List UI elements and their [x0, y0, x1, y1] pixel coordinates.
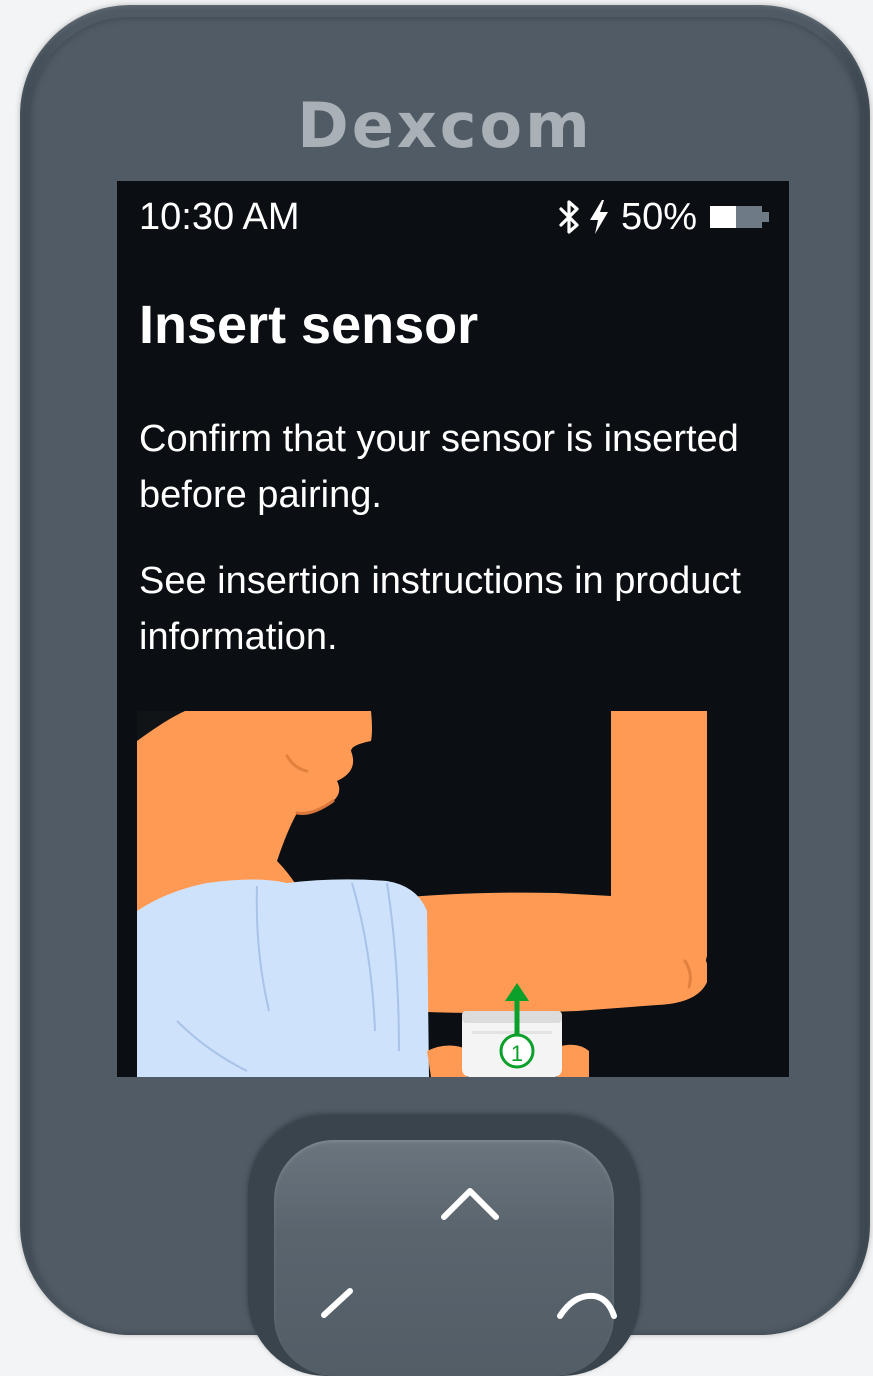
status-bar: 10:30 AM 50% [117, 181, 789, 251]
instruction-see-info: See insertion instructions in product in… [139, 560, 741, 658]
status-icons: 50% [557, 195, 771, 239]
page-title: Insert sensor [139, 295, 479, 355]
brand-logo: Dexcom [297, 89, 593, 162]
bluetooth-icon [557, 199, 581, 235]
chevron-right-icon [554, 1292, 624, 1324]
right-button[interactable] [554, 1280, 624, 1320]
left-button[interactable] [310, 1285, 370, 1325]
navigation-pad-surface [274, 1140, 617, 1376]
chevron-up-icon [438, 1183, 502, 1228]
sensor-insertion-illustration: 1 [137, 711, 707, 1077]
device-screen: 10:30 AM 50% Insert sensor Confirm that … [117, 181, 789, 1077]
status-time: 10:30 AM [139, 196, 300, 238]
battery-icon [709, 204, 771, 230]
shirt [137, 879, 429, 1077]
step-number: 1 [511, 1041, 523, 1066]
charging-icon [587, 198, 611, 236]
up-button[interactable] [434, 1180, 506, 1230]
chevron-left-icon [310, 1288, 370, 1329]
battery-percent: 50% [620, 196, 697, 238]
navigation-pad [248, 1116, 640, 1376]
instruction-confirm: Confirm that your sensor is inserted bef… [139, 418, 739, 516]
hand [427, 1045, 467, 1077]
